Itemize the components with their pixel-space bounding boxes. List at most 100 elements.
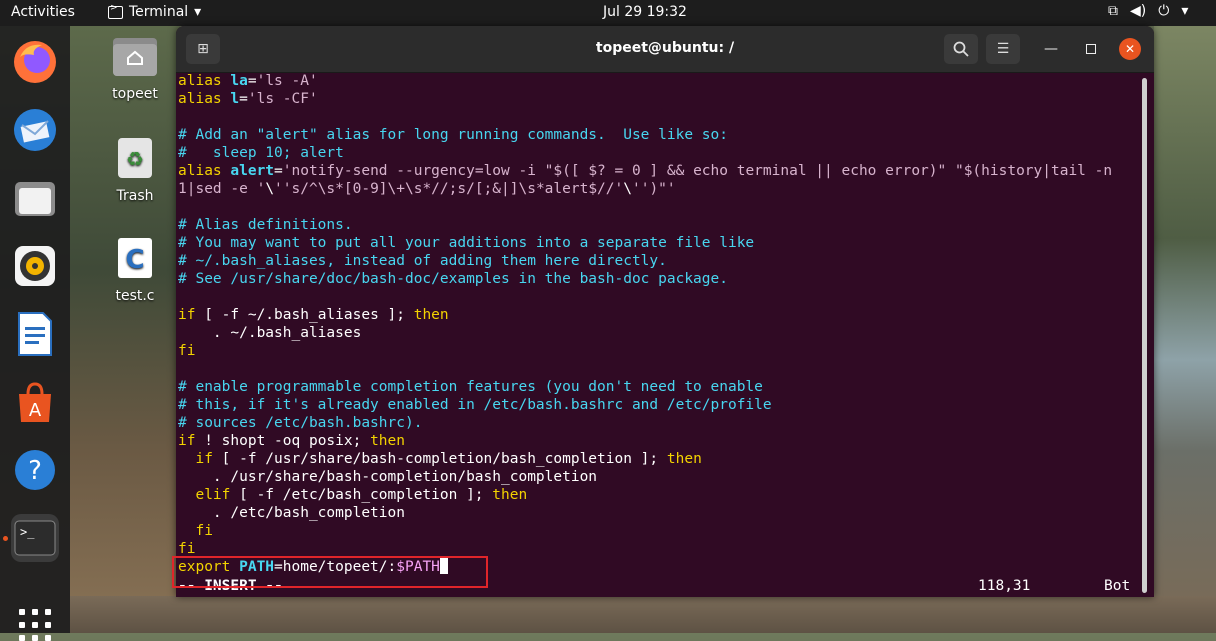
title-bar[interactable]: ⊞ topeet@ubuntu: / ☰ — ✕ bbox=[176, 26, 1154, 73]
code-token: alias bbox=[178, 91, 231, 107]
c-source-file-icon: C bbox=[103, 236, 167, 284]
terminal-dock-icon[interactable]: >_ bbox=[11, 514, 59, 562]
network-icon: ⧉ bbox=[1108, 3, 1118, 19]
menu-button[interactable]: ☰ bbox=[986, 34, 1020, 64]
code-token: then bbox=[413, 307, 449, 323]
desktop-icon-label: topeet bbox=[112, 86, 158, 102]
code-token: if bbox=[178, 307, 205, 323]
minimize-button[interactable]: — bbox=[1040, 38, 1062, 60]
code-line: # this, if it's already enabled in /etc/… bbox=[178, 396, 1138, 414]
trash-icon: ♻ bbox=[103, 136, 167, 184]
cursor-position: 118,31 bbox=[978, 578, 1031, 594]
top-bar: Activities Terminal ▾ Jul 29 19:32 ⧉ ◀) … bbox=[0, 0, 1216, 26]
code-line: . /etc/bash_completion bbox=[178, 504, 1138, 522]
desktop-wallpaper-bottom bbox=[70, 596, 1216, 633]
desktop-icon-test-c[interactable]: C test.c bbox=[103, 236, 167, 304]
scrollbar[interactable] bbox=[1142, 78, 1147, 593]
help-icon[interactable]: ? bbox=[11, 446, 59, 494]
code-line: # sources /etc/bash.bashrc). bbox=[178, 414, 1138, 432]
terminal-icon bbox=[108, 3, 123, 19]
code-line: elif [ -f /etc/bash_completion ]; then bbox=[178, 486, 1138, 504]
code-line: # You may want to put all your additions… bbox=[178, 234, 1138, 252]
code-line: 1|sed -e '\''s/^\s*[0-9]\+\s*//;s/[;&|]\… bbox=[178, 180, 1138, 198]
code-token: l bbox=[230, 91, 240, 107]
code-token: then bbox=[492, 487, 528, 503]
code-token: 'notify-send --urgency=low -i "$([ $? = … bbox=[282, 163, 1113, 179]
code-token: '')"' bbox=[631, 181, 676, 197]
code-line: alias alert='notify-send --urgency=low -… bbox=[178, 162, 1138, 180]
code-token: elif bbox=[178, 487, 240, 503]
code-line: if ! shopt -oq posix; then bbox=[178, 432, 1138, 450]
svg-text:>_: >_ bbox=[20, 525, 35, 539]
desktop-icon-trash[interactable]: ♻ Trash bbox=[103, 136, 167, 204]
code-token: 'ls -CF' bbox=[247, 91, 318, 107]
maximize-button[interactable] bbox=[1080, 38, 1102, 60]
activities-button[interactable]: Activities bbox=[11, 4, 75, 20]
running-indicator bbox=[3, 536, 8, 541]
code-token: if bbox=[178, 451, 222, 467]
code-token: [ -f /etc/bash_completion ]; bbox=[239, 487, 493, 503]
power-icon: ⏻ bbox=[1158, 3, 1170, 19]
code-token: = bbox=[239, 91, 248, 107]
volume-icon: ◀) bbox=[1130, 3, 1147, 19]
show-applications-icon[interactable] bbox=[19, 609, 51, 641]
code-token: \ bbox=[265, 181, 275, 197]
system-tray[interactable]: ⧉ ◀) ⏻ ▾ bbox=[1108, 3, 1188, 19]
code-token: # sleep 10; alert bbox=[178, 145, 344, 161]
svg-text:♻: ♻ bbox=[126, 147, 144, 171]
code-token: fi bbox=[178, 343, 196, 359]
app-menu[interactable]: Terminal ▾ bbox=[108, 3, 202, 20]
code-line: # ~/.bash_aliases, instead of adding the… bbox=[178, 252, 1138, 270]
code-token: # sources /etc/bash.bashrc). bbox=[178, 415, 423, 431]
chevron-down-icon: ▾ bbox=[194, 4, 202, 20]
code-token: # Add an "alert" alias for long running … bbox=[178, 127, 728, 143]
code-token: . ~/.bash_aliases bbox=[178, 325, 362, 341]
code-token: # ~/.bash_aliases, instead of adding the… bbox=[178, 253, 667, 269]
home-folder-icon bbox=[103, 36, 167, 82]
svg-text:?: ? bbox=[28, 456, 42, 486]
code-token: 'ls -A' bbox=[256, 73, 318, 89]
chevron-down-icon: ▾ bbox=[1181, 3, 1189, 19]
code-line: fi bbox=[178, 522, 1138, 540]
code-token: # Alias definitions. bbox=[178, 217, 353, 233]
files-icon[interactable] bbox=[11, 174, 59, 222]
code-token: ! shopt -oq posix; bbox=[204, 433, 371, 449]
ubuntu-software-icon[interactable]: A bbox=[11, 378, 59, 426]
terminal-window: ⊞ topeet@ubuntu: / ☰ — ✕ alias la = 'ls -A… bbox=[176, 26, 1154, 597]
app-name: Terminal bbox=[129, 4, 189, 20]
code-token: alias bbox=[178, 163, 231, 179]
code-token: then bbox=[666, 451, 702, 467]
code-line: if [ -f ~/.bash_aliases ]; then bbox=[178, 306, 1138, 324]
code-token: # this, if it's already enabled in /etc/… bbox=[178, 397, 772, 413]
hamburger-icon: ☰ bbox=[996, 41, 1010, 57]
code-line: # Alias definitions. bbox=[178, 216, 1138, 234]
close-button[interactable]: ✕ bbox=[1119, 38, 1141, 60]
code-token: la bbox=[230, 73, 248, 89]
code-token: . /etc/bash_completion bbox=[178, 505, 405, 521]
code-token: . /usr/share/bash-completion/bash_comple… bbox=[178, 469, 598, 485]
maximize-icon bbox=[1086, 44, 1096, 54]
desktop-icon-home[interactable]: topeet bbox=[103, 36, 167, 102]
code-token: alias bbox=[178, 73, 231, 89]
desktop-wallpaper-left bbox=[70, 26, 180, 633]
code-token: = bbox=[274, 163, 283, 179]
thunderbird-icon[interactable] bbox=[11, 106, 59, 154]
code-line: # sleep 10; alert bbox=[178, 144, 1138, 162]
rhythmbox-icon[interactable] bbox=[11, 242, 59, 290]
firefox-icon[interactable] bbox=[11, 38, 59, 86]
code-token: fi bbox=[178, 541, 196, 557]
code-line: # See /usr/share/doc/bash-doc/examples i… bbox=[178, 270, 1138, 288]
clock[interactable]: Jul 29 19:32 bbox=[603, 4, 687, 20]
code-line: # enable programmable completion feature… bbox=[178, 378, 1138, 396]
code-token: # You may want to put all your additions… bbox=[178, 235, 755, 251]
code-token: ''s/^\s*[0-9]\+\s*//;s/[;&|]\s*alert$//' bbox=[274, 181, 624, 197]
libreoffice-writer-icon[interactable] bbox=[11, 310, 59, 358]
search-button[interactable] bbox=[944, 34, 978, 64]
code-token: if bbox=[178, 433, 205, 449]
dock: A ? >_ bbox=[0, 26, 70, 641]
highlight-box bbox=[172, 556, 488, 588]
vim-editor[interactable]: alias la='ls -A' alias l='ls -CF' # Add a… bbox=[178, 72, 1138, 597]
